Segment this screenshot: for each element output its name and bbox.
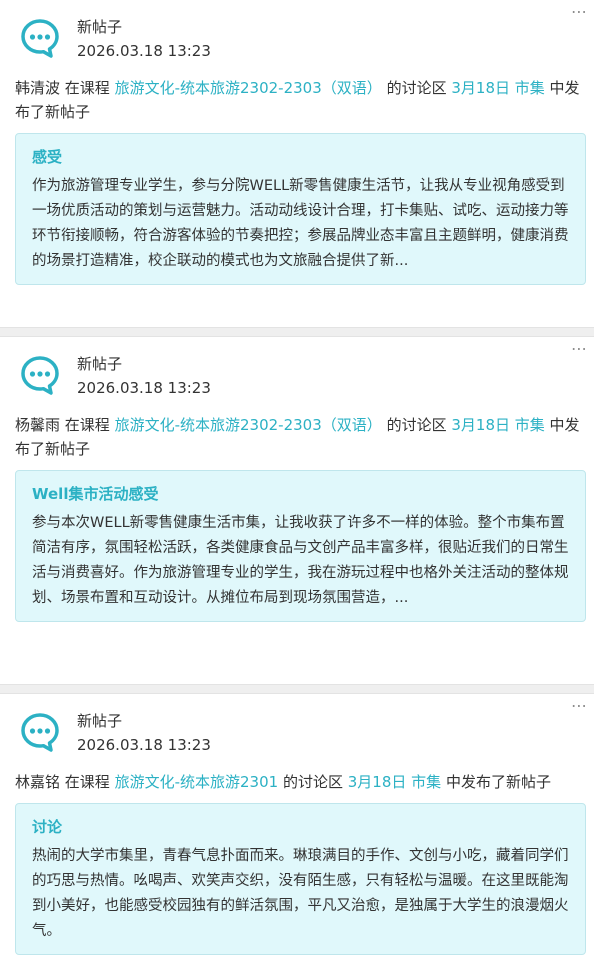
chat-bubble-icon [21, 356, 59, 395]
post-card[interactable]: ⋯ 新帖子 2026.03.18 13:23 林嘉铭 在课程 旅游文化-统本旅游… [0, 694, 594, 955]
post-excerpt: 热闹的大学市集里，青春气息扑面而来。琳琅满目的手作、文创与小吃，藏着同学们的巧思… [32, 848, 569, 939]
post-excerpt: 作为旅游管理专业学生，参与分院WELL新零售健康生活节，让我从专业视角感受到一场… [32, 178, 569, 269]
post-title: 讨论 [32, 818, 63, 836]
post-preview-box[interactable]: 讨论 热闹的大学市集里，青春气息扑面而来。琳琅满目的手作、文创与小吃，藏着同学们… [15, 803, 586, 955]
post-timestamp: 2026.03.18 13:23 [77, 379, 211, 397]
post-card[interactable]: ⋯ 新帖子 2026.03.18 13:23 韩清波 在课程 旅游文化-统本旅游… [0, 0, 594, 327]
post-timestamp: 2026.03.18 13:23 [77, 42, 211, 60]
post-feed: ⋯ 新帖子 2026.03.18 13:23 韩清波 在课程 旅游文化-统本旅游… [0, 0, 594, 955]
post-timestamp: 2026.03.18 13:23 [77, 736, 211, 754]
divider [0, 684, 594, 694]
posted-text: 中发布了新帖子 [445, 773, 551, 791]
more-options-icon[interactable]: ⋯ [571, 698, 588, 714]
post-excerpt: 参与本次WELL新零售健康生活市集，让我收获了许多不一样的体验。整个市集布置简洁… [32, 515, 569, 606]
topic-link[interactable]: 3月18日 市集 [348, 773, 441, 791]
post-header: 新帖子 2026.03.18 13:23 [15, 694, 586, 756]
chat-bubble-icon [21, 19, 59, 58]
more-options-icon[interactable]: ⋯ [571, 4, 588, 20]
discussion-area-text: 的讨论区 [282, 773, 343, 791]
in-course-text: 在课程 [64, 416, 110, 434]
post-preview-box[interactable]: Well集市活动感受 参与本次WELL新零售健康生活市集，让我收获了许多不一样的… [15, 470, 586, 622]
in-course-text: 在课程 [64, 79, 110, 97]
post-header: 新帖子 2026.03.18 13:23 [15, 337, 586, 399]
discussion-area-text: 的讨论区 [386, 79, 447, 97]
post-activity-line: 韩清波 在课程 旅游文化-统本旅游2302-2303（双语） 的讨论区 3月18… [15, 76, 586, 124]
post-preview-box[interactable]: 感受 作为旅游管理专业学生，参与分院WELL新零售健康生活节，让我从专业视角感受… [15, 133, 586, 285]
author-name: 林嘉铭 [15, 773, 61, 791]
post-header: 新帖子 2026.03.18 13:23 [15, 0, 586, 62]
more-options-icon[interactable]: ⋯ [571, 341, 588, 357]
author-name: 韩清波 [15, 79, 61, 97]
course-link[interactable]: 旅游文化-统本旅游2302-2303（双语） [115, 79, 382, 97]
in-course-text: 在课程 [64, 773, 110, 791]
author-name: 杨馨雨 [15, 416, 61, 434]
topic-link[interactable]: 3月18日 市集 [451, 79, 544, 97]
post-activity-line: 林嘉铭 在课程 旅游文化-统本旅游2301 的讨论区 3月18日 市集 中发布了… [15, 770, 586, 794]
course-link[interactable]: 旅游文化-统本旅游2301 [115, 773, 279, 791]
post-title: Well集市活动感受 [32, 485, 159, 503]
post-card[interactable]: ⋯ 新帖子 2026.03.18 13:23 杨馨雨 在课程 旅游文化-统本旅游… [0, 337, 594, 684]
divider [0, 327, 594, 337]
chat-bubble-icon [21, 713, 59, 752]
post-activity-line: 杨馨雨 在课程 旅游文化-统本旅游2302-2303（双语） 的讨论区 3月18… [15, 413, 586, 461]
post-type-label: 新帖子 [77, 712, 123, 730]
discussion-area-text: 的讨论区 [386, 416, 447, 434]
topic-link[interactable]: 3月18日 市集 [451, 416, 544, 434]
course-link[interactable]: 旅游文化-统本旅游2302-2303（双语） [115, 416, 382, 434]
post-type-label: 新帖子 [77, 18, 123, 36]
post-type-label: 新帖子 [77, 355, 123, 373]
post-title: 感受 [32, 148, 63, 166]
